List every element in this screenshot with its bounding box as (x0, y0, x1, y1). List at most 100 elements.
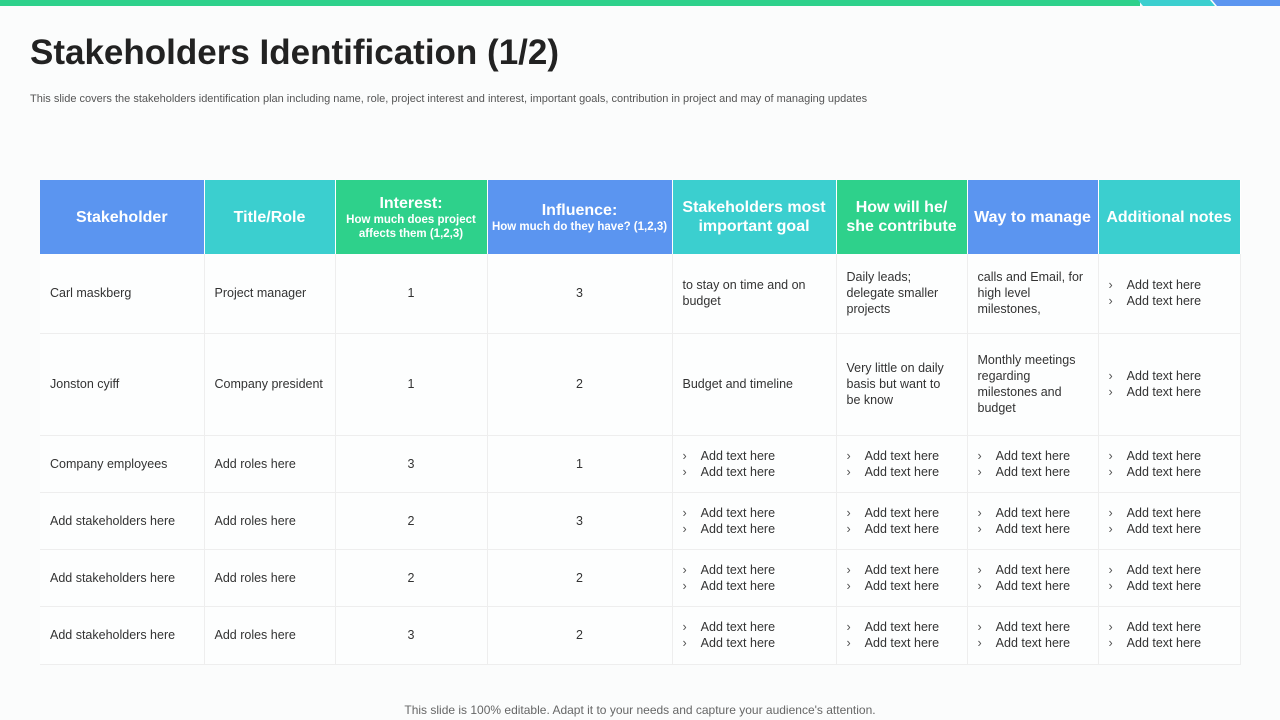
cell-text: Budget and timeline (682, 377, 794, 391)
bullet-text: Add text here (995, 578, 1071, 593)
bullet-text: Add text here (1126, 385, 1202, 399)
cell-text: calls and Email, for high level mileston… (977, 270, 1084, 317)
bullet-text: Add text here (1126, 636, 1202, 650)
bullet-item: Add text here (1109, 635, 1230, 651)
bullet-item: Add text here (1109, 448, 1230, 464)
bullet-text: Add text here (700, 578, 776, 593)
bullet-item: Add text here (978, 464, 1088, 480)
cell-notes: Add text here Add text here (1098, 333, 1241, 436)
bullet-item: Add text here (1109, 277, 1230, 293)
bullet-item: Add text here (978, 562, 1088, 578)
bullet-item: Add text here (1109, 368, 1230, 384)
bullet-text: Add text here (1126, 562, 1202, 577)
bullet-text: Add text here (864, 505, 940, 520)
cell-stakeholder: Add stakeholders here (40, 606, 205, 665)
cell-contribute: Very little on daily basis but want to b… (836, 333, 968, 436)
bullet-text: Add text here (864, 448, 940, 463)
bullet-text: Add text here (995, 448, 1071, 463)
cell-goal: Budget and timeline (672, 333, 837, 436)
table-row: Carl maskberg Project manager 1 3 to stay on… (40, 254, 1241, 334)
cell-role: Company president (204, 333, 336, 436)
bullet-text: Add text here (700, 464, 776, 479)
cell-influence: 1 (487, 435, 673, 493)
bullet-item: Add text here (847, 464, 957, 480)
cell-influence: 2 (487, 606, 673, 665)
cell-stakeholder: Company employees (40, 435, 205, 493)
bullet-item: Add text here (1109, 578, 1230, 594)
cell-manage: calls and Email, for high level mileston… (967, 254, 1099, 334)
cell-stakeholder: Add stakeholders here (40, 492, 205, 550)
bullet-item: Add text here (847, 505, 957, 521)
bullet-text: Add text here (700, 636, 776, 650)
bullet-item: Add text here (683, 635, 826, 651)
bullet-item: Add text here (978, 448, 1088, 464)
cell-interest: 1 (335, 254, 488, 334)
bullet-item: Add text here (1109, 293, 1230, 309)
header-label: Interest: (379, 194, 443, 212)
column-header: How will he/ she contribute (836, 180, 968, 254)
column-header: Stakeholder (40, 180, 205, 254)
bullet-text: Add text here (995, 636, 1071, 650)
cell-notes: Add text hereAdd text here (1098, 435, 1241, 493)
bullet-item: Add text here (978, 578, 1088, 594)
bullet-text: Add text here (700, 505, 776, 520)
cell-manage: Add text hereAdd text here (967, 492, 1099, 550)
page-subtitle: This slide covers the stakeholders ident… (30, 93, 868, 105)
header-label: Way to manage (974, 208, 1091, 226)
bullet-text: Add text here (1126, 369, 1202, 383)
cell-notes: Add text hereAdd text here (1098, 549, 1241, 607)
bullet-text: Add text here (995, 521, 1071, 536)
cell-interest: 2 (335, 549, 488, 607)
cell-influence: 2 (487, 333, 673, 436)
bullet-item: Add text here (683, 521, 826, 537)
table-header-row: Stakeholder Title/Role Interest: How much d… (40, 180, 1241, 254)
header-label: Title/Role (233, 208, 306, 226)
header-sublabel: How much does project affects them (1,2,… (346, 213, 476, 240)
cell-role: Project manager (204, 254, 336, 334)
cell-contribute: Add text hereAdd text here (836, 606, 968, 665)
cell-influence: 2 (487, 549, 673, 607)
bullet-item: Add text here (683, 562, 826, 578)
cell-role: Add roles here (204, 606, 336, 665)
bullet-item: Add text here (847, 619, 957, 635)
column-header: Way to manage (967, 180, 1099, 254)
header-label: Stakeholder (75, 208, 168, 226)
table-row: Add stakeholders hereAdd roles here22Add… (40, 549, 1241, 607)
bullet-text: Add text here (1126, 448, 1202, 463)
cell-goal: Add text hereAdd text here (672, 549, 837, 607)
cell-goal: Add text hereAdd text here (672, 492, 837, 550)
column-header: Interest: How much does project affects t… (335, 180, 488, 254)
column-header: Influence: How much do they have? (1,2,3) (487, 180, 673, 254)
bullet-item: Add text here (978, 619, 1088, 635)
cell-role: Add roles here (204, 492, 336, 550)
table-row: Jonston cyiff Company president 1 2 Budget a… (40, 333, 1241, 436)
bullet-text: Add text here (1126, 505, 1202, 520)
cell-contribute: Add text hereAdd text here (836, 549, 968, 607)
cell-goal: to stay on time and on budget (672, 254, 837, 334)
bullet-item: Add text here (1109, 505, 1230, 521)
bullet-text: Add text here (1126, 278, 1202, 293)
header-label: Stakeholders most important goal (682, 199, 826, 235)
cell-manage: Add text hereAdd text here (967, 435, 1099, 493)
cell-role: Add roles here (204, 549, 336, 607)
cell-influence: 3 (487, 492, 673, 550)
footer-note: This slide is 100% editable. Adapt it to… (404, 703, 876, 717)
bullet-item: Add text here (847, 635, 957, 651)
cell-goal: Add text hereAdd text here (672, 435, 837, 493)
bullet-text: Add text here (995, 464, 1071, 479)
bullet-text: Add text here (995, 505, 1071, 520)
cell-contribute: Add text hereAdd text here (836, 492, 968, 550)
cell-interest: 1 (335, 333, 488, 436)
cell-stakeholder: Carl maskberg (40, 254, 205, 334)
bullet-item: Add text here (847, 448, 957, 464)
bullet-text: Add text here (864, 521, 940, 536)
bullet-item: Add text here (1109, 384, 1230, 400)
bullet-item: Add text here (847, 521, 957, 537)
cell-manage: Add text hereAdd text here (967, 549, 1099, 607)
bullet-item: Add text here (847, 578, 957, 594)
bullet-item: Add text here (683, 464, 826, 480)
cell-interest: 2 (335, 492, 488, 550)
cell-text: Very little on daily basis but want to b… (846, 361, 944, 407)
header-label: Additional notes (1106, 208, 1232, 226)
cell-contribute: Daily leads; delegate smaller projects (836, 254, 968, 334)
